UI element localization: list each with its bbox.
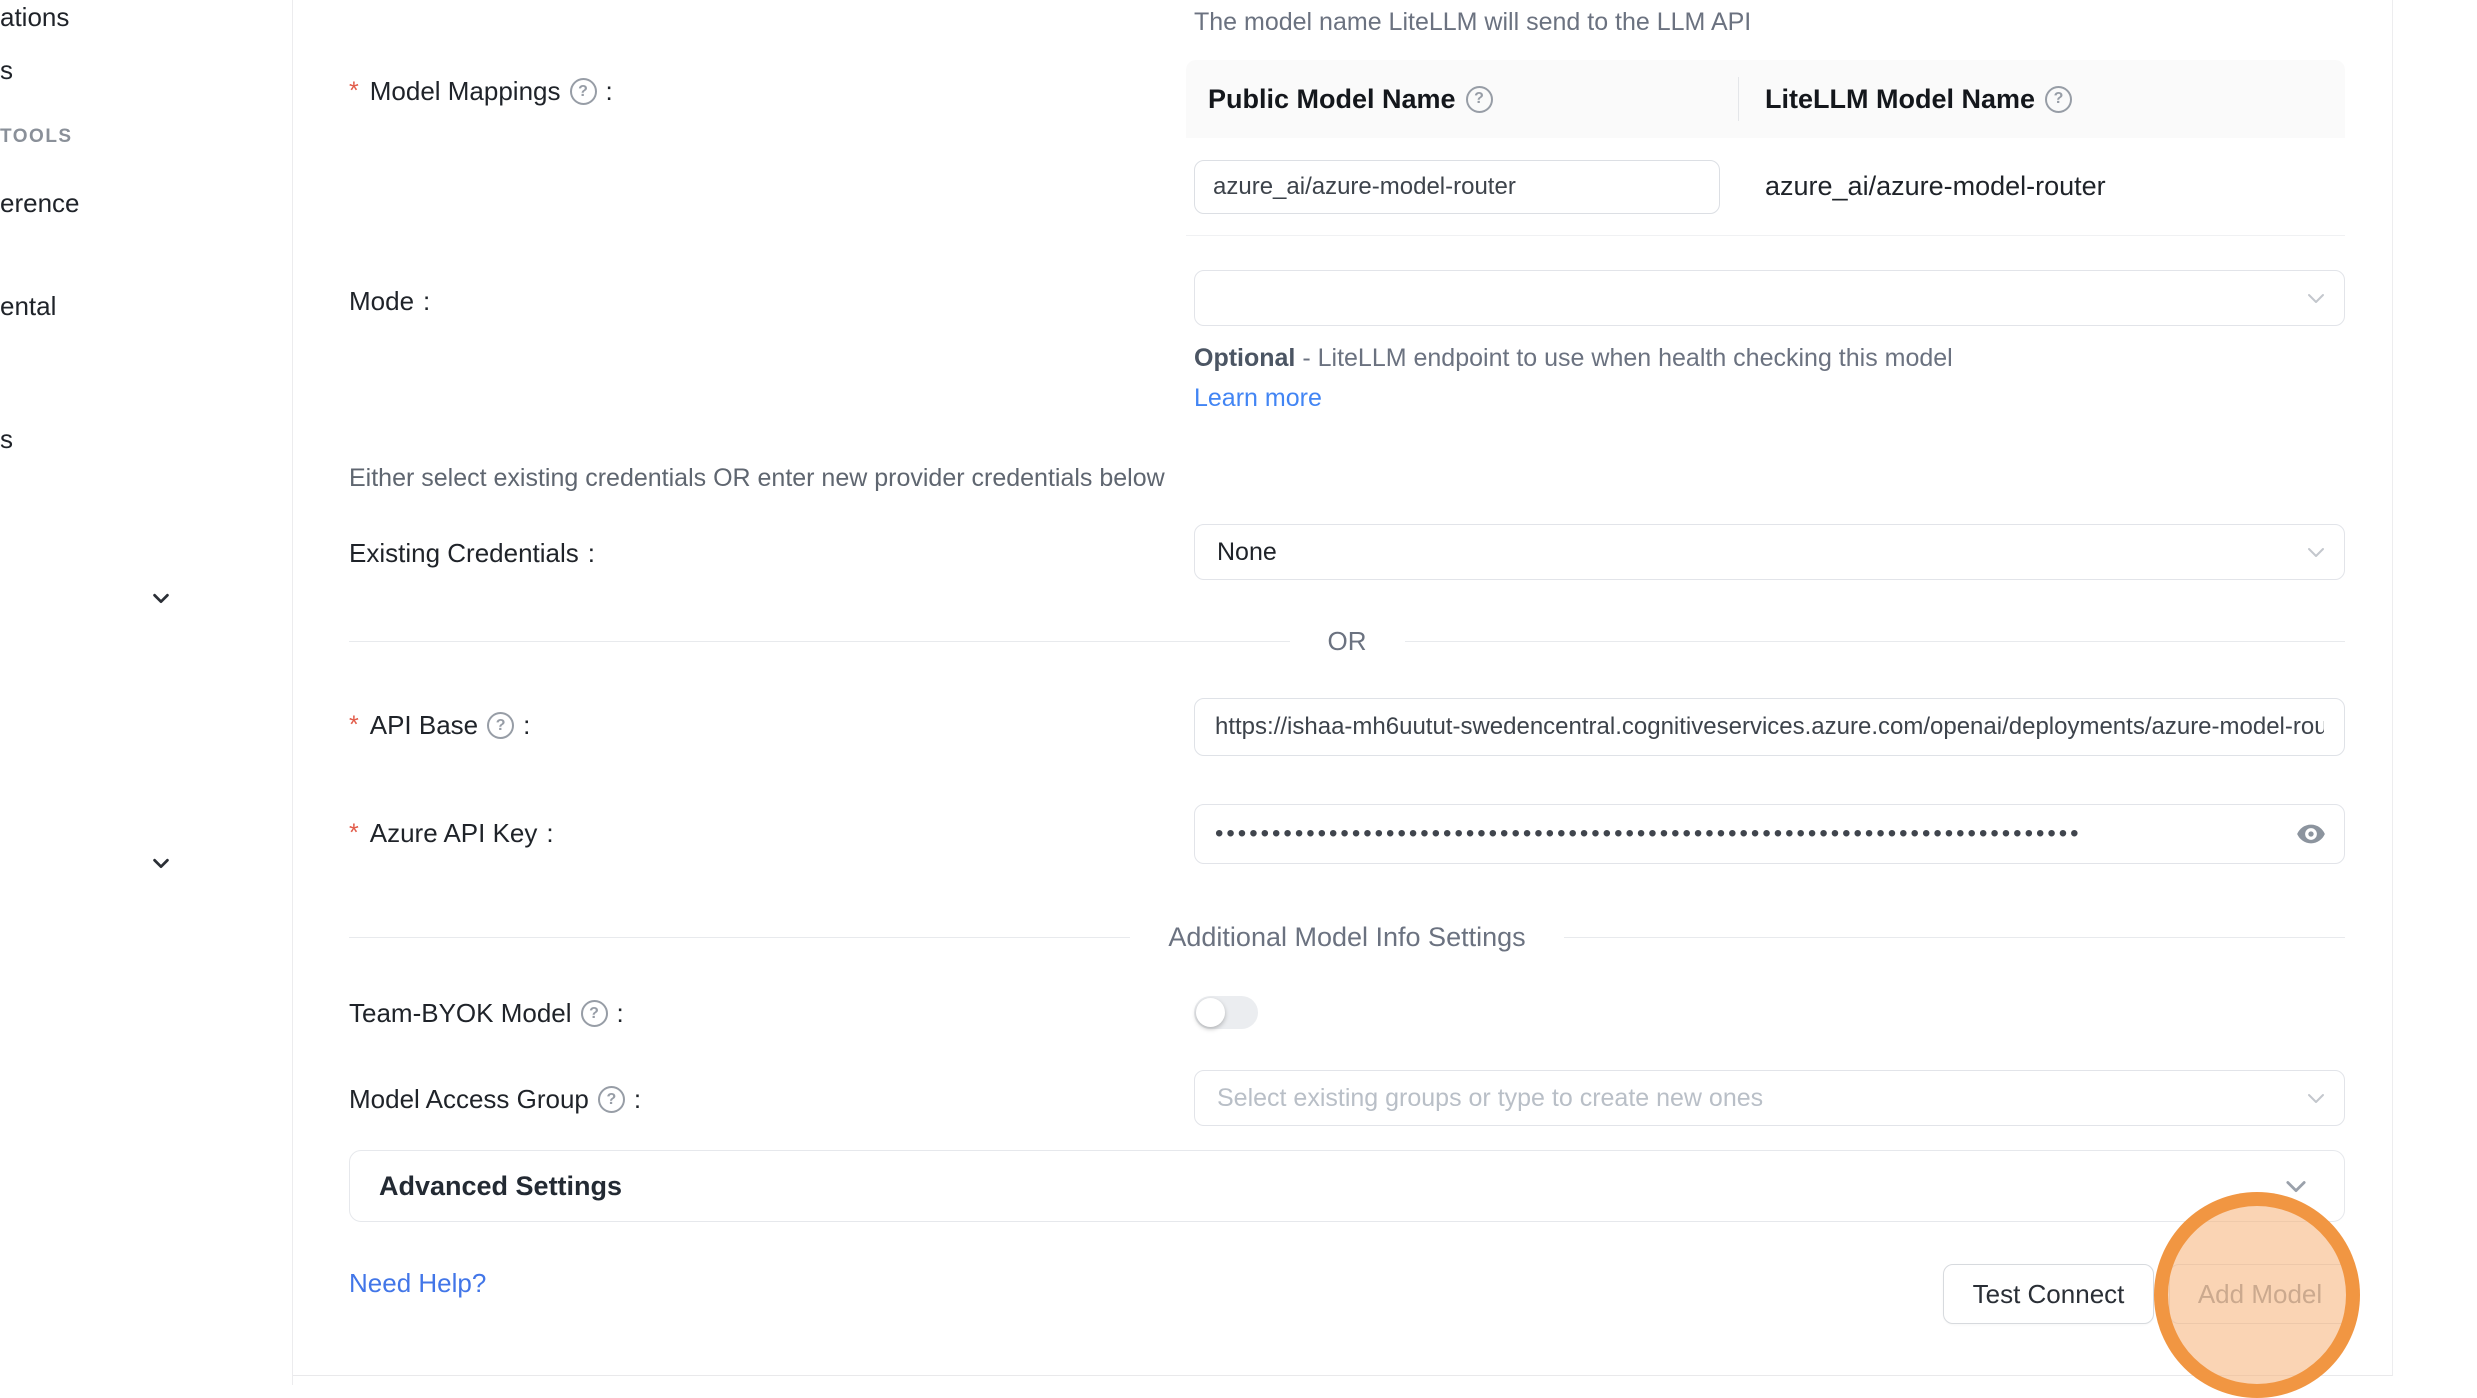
- chevron-down-icon: [2304, 286, 2328, 310]
- column-header-litellm-model-name: LiteLLM Model Name ?: [1739, 84, 2072, 115]
- or-divider: OR: [349, 627, 2345, 655]
- mode-label: Mode :: [349, 286, 430, 317]
- question-circle-icon[interactable]: ?: [1466, 86, 1493, 113]
- required-mark: *: [349, 77, 359, 106]
- azure-api-key-label: * Azure API Key :: [349, 818, 554, 849]
- advanced-settings-title: Advanced Settings: [350, 1171, 622, 1202]
- column-header-public-model-name: Public Model Name ?: [1186, 84, 1738, 115]
- sidebar-item-label: s: [0, 424, 13, 455]
- chevron-down-icon: [150, 587, 172, 609]
- table-header-row: Public Model Name ? LiteLLM Model Name ?: [1186, 60, 2345, 138]
- eye-icon[interactable]: [2294, 817, 2328, 851]
- advanced-settings-accordion[interactable]: Advanced Settings: [349, 1150, 2345, 1222]
- learn-more-link[interactable]: Learn more: [1194, 384, 1322, 412]
- model-mappings-table: Public Model Name ? LiteLLM Model Name ?…: [1186, 60, 2345, 236]
- model-mappings-label: * Model Mappings ? :: [349, 76, 613, 107]
- public-model-name-input[interactable]: [1194, 160, 1720, 214]
- existing-credentials-value: None: [1217, 538, 1277, 567]
- model-access-group-select[interactable]: Select existing groups or type to create…: [1194, 1070, 2345, 1126]
- model-name-helper-text: The model name LiteLLM will send to the …: [1194, 8, 1751, 37]
- add-model-form: The model name LiteLLM will send to the …: [293, 0, 2393, 1376]
- existing-credentials-label: Existing Credentials :: [349, 538, 595, 569]
- chevron-down-icon: [2304, 540, 2328, 564]
- sidebar: ations s TOOLS erence ental s: [0, 0, 293, 1385]
- select-placeholder: Select existing groups or type to create…: [1217, 1084, 1763, 1113]
- sidebar-item-label: ations: [0, 2, 69, 33]
- api-base-label: * API Base ? :: [349, 710, 530, 741]
- mode-select[interactable]: [1194, 270, 2345, 326]
- sidebar-item-label: erence: [0, 188, 80, 219]
- credentials-note: Either select existing credentials OR en…: [349, 464, 1165, 493]
- chevron-down-icon: [2282, 1172, 2310, 1200]
- table-row: azure_ai/azure-model-router: [1186, 138, 2345, 236]
- litellm-model-name-value: azure_ai/azure-model-router: [1739, 171, 2106, 202]
- azure-api-key-input[interactable]: ••••••••••••••••••••••••••••••••••••••••…: [1194, 804, 2345, 864]
- sidebar-section-label: TOOLS: [0, 126, 73, 147]
- sidebar-item-label: s: [0, 55, 13, 86]
- chevron-down-icon: [150, 852, 172, 874]
- existing-credentials-select[interactable]: None: [1194, 524, 2345, 580]
- masked-password-value: ••••••••••••••••••••••••••••••••••••••••…: [1215, 820, 2275, 848]
- question-circle-icon[interactable]: ?: [570, 78, 597, 105]
- question-circle-icon[interactable]: ?: [581, 1000, 608, 1027]
- api-base-input[interactable]: [1194, 698, 2345, 756]
- required-mark: *: [349, 819, 359, 848]
- sidebar-item-settings[interactable]: s: [0, 424, 13, 455]
- optional-bold: Optional: [1194, 344, 1295, 372]
- team-byok-toggle[interactable]: [1194, 996, 1258, 1029]
- add-model-button[interactable]: Add Model: [2169, 1264, 2351, 1324]
- question-circle-icon[interactable]: ?: [598, 1086, 625, 1113]
- sidebar-item-experimental[interactable]: ental: [0, 291, 56, 322]
- sidebar-item-organizations[interactable]: ations: [0, 2, 69, 33]
- test-connect-button[interactable]: Test Connect: [1943, 1264, 2154, 1324]
- toggle-knob: [1196, 998, 1225, 1027]
- sidebar-item-label: ental: [0, 291, 56, 322]
- team-byok-label: Team-BYOK Model ? :: [349, 998, 624, 1029]
- required-mark: *: [349, 711, 359, 740]
- question-circle-icon[interactable]: ?: [2045, 86, 2072, 113]
- sidebar-section-tools: TOOLS: [0, 126, 73, 148]
- need-help-link[interactable]: Need Help?: [349, 1268, 486, 1299]
- model-access-group-label: Model Access Group ? :: [349, 1084, 641, 1115]
- additional-settings-divider: Additional Model Info Settings: [349, 922, 2345, 952]
- mode-helper-text: Optional - LiteLLM endpoint to use when …: [1194, 338, 2004, 418]
- sidebar-item-inference[interactable]: erence: [0, 188, 80, 219]
- chevron-down-icon: [2304, 1086, 2328, 1110]
- sidebar-item-models[interactable]: s: [0, 55, 13, 86]
- question-circle-icon[interactable]: ?: [487, 712, 514, 739]
